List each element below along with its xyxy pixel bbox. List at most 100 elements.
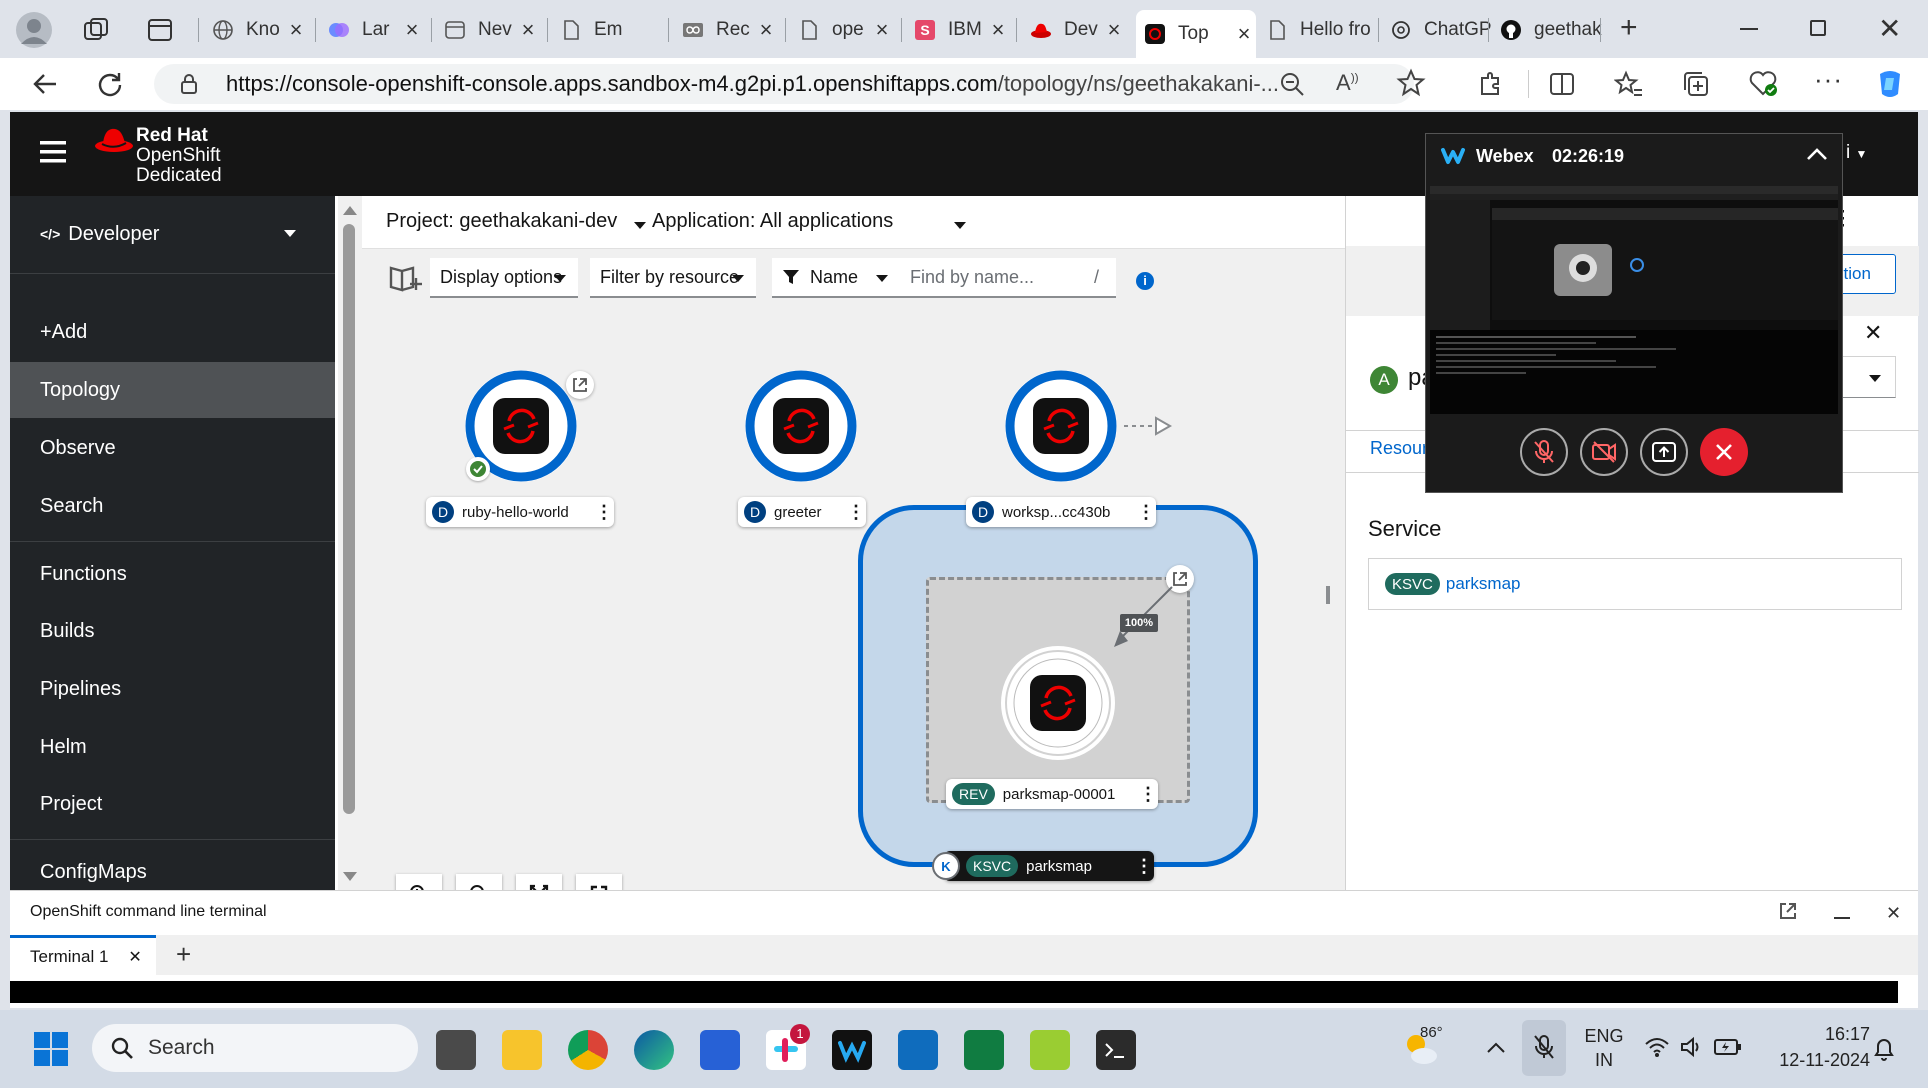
kebab-menu-icon[interactable]: ⋮	[1134, 851, 1154, 881]
revision-label[interactable]: REV parksmap-00001 ⋮	[946, 779, 1158, 809]
split-screen-icon[interactable]	[1548, 70, 1576, 98]
info-icon[interactable]: i	[1136, 272, 1154, 290]
user-menu[interactable]: i ▼	[1846, 142, 1867, 164]
build-success-icon[interactable]	[466, 457, 490, 481]
volume-icon[interactable]	[1680, 1036, 1704, 1058]
edge-icon[interactable]	[634, 1030, 674, 1070]
store-icon[interactable]	[700, 1030, 740, 1070]
restore-window-button[interactable]	[1810, 20, 1826, 36]
lock-icon[interactable]	[180, 73, 198, 95]
favorite-star-icon[interactable]	[1396, 68, 1426, 98]
redhat-logo-icon[interactable]	[94, 124, 134, 154]
profile-avatar[interactable]	[16, 12, 52, 48]
kebab-menu-icon[interactable]: ⋮	[846, 497, 866, 527]
close-tab-icon[interactable]: ×	[284, 17, 308, 43]
chrome-icon[interactable]	[568, 1030, 608, 1070]
workspaces-icon[interactable]	[82, 16, 110, 44]
browser-tab[interactable]: geethak	[1492, 10, 1602, 50]
close-window-button[interactable]: ✕	[1878, 12, 1901, 45]
find-by-name-input[interactable]: Find by name... /	[902, 258, 1116, 298]
browser-tab[interactable]: Kno ×	[204, 10, 308, 50]
taskbar-search-box[interactable]: Search	[92, 1024, 418, 1072]
read-aloud-icon[interactable]: A))	[1336, 70, 1359, 96]
url-field[interactable]: https://console-openshift-console.apps.s…	[154, 64, 1414, 104]
open-url-icon[interactable]	[566, 371, 594, 399]
chevron-up-icon[interactable]	[1486, 1040, 1506, 1054]
browser-tab[interactable]: Dev ×	[1022, 10, 1126, 50]
minimize-terminal-icon[interactable]	[1834, 917, 1850, 919]
browser-tab[interactable]: ope ×	[790, 10, 894, 50]
topology-node-workspace[interactable]	[1004, 369, 1118, 483]
browser-tab-active[interactable]: Top ×	[1136, 10, 1256, 58]
topology-canvas[interactable]: D ruby-hello-world ⋮ D greeter ⋮ D works…	[362, 319, 1345, 919]
sidebar-item-observe[interactable]: Observe	[10, 420, 335, 476]
topology-node-revision[interactable]	[1000, 645, 1116, 761]
scrollbar-thumb[interactable]	[343, 224, 355, 814]
sidebar-item-search[interactable]: Search	[10, 478, 335, 534]
browser-tab[interactable]: Em	[552, 10, 664, 50]
display-options-dropdown[interactable]: Display options	[430, 258, 578, 298]
browser-tab[interactable]: Lar ×	[320, 10, 424, 50]
file-explorer-icon[interactable]	[502, 1030, 542, 1070]
kebab-menu-icon[interactable]: ⋮	[1136, 497, 1156, 527]
back-icon[interactable]	[30, 70, 60, 98]
sidebar-item-project[interactable]: Project	[10, 776, 335, 832]
terminal-icon[interactable]	[1096, 1030, 1136, 1070]
task-view-icon[interactable]	[436, 1030, 476, 1070]
browser-tab[interactable]: S IBM ×	[906, 10, 1010, 50]
close-tab-icon[interactable]: ×	[754, 17, 778, 43]
perspective-switcher[interactable]: </> Developer	[10, 196, 335, 272]
battery-icon[interactable]	[1714, 1038, 1742, 1056]
region-label[interactable]: IN	[1582, 1050, 1626, 1071]
service-link[interactable]: parksmap	[1446, 574, 1521, 594]
language-label[interactable]: ENG	[1582, 1026, 1626, 1047]
close-panel-icon[interactable]: ✕	[1864, 320, 1882, 346]
new-tab-button[interactable]: +	[1620, 13, 1648, 43]
browser-tab[interactable]: Nev ×	[436, 10, 540, 50]
close-tab-icon[interactable]: ×	[1232, 21, 1256, 47]
minimize-window-button[interactable]	[1740, 28, 1758, 30]
topology-node-greeter[interactable]	[744, 369, 858, 483]
sidebar-scrollbar[interactable]	[338, 196, 362, 890]
close-tab-icon[interactable]: ×	[400, 17, 424, 43]
node-label[interactable]: D greeter ⋮	[738, 497, 866, 527]
tab-actions-icon[interactable]	[146, 16, 174, 44]
ksvc-label[interactable]: K KSVC parksmap ⋮	[932, 851, 1154, 881]
mute-button[interactable]	[1520, 428, 1568, 476]
terminal-tab-1[interactable]: Terminal 1 ✕	[10, 935, 156, 975]
close-tab-icon[interactable]: ×	[870, 17, 894, 43]
sidebar-item-topology[interactable]: Topology	[10, 362, 335, 418]
close-tab-icon[interactable]: ×	[1102, 17, 1126, 43]
panel-resize-handle[interactable]	[1326, 586, 1330, 604]
close-tab-icon[interactable]: ×	[986, 17, 1010, 43]
node-label[interactable]: D worksp...cc430b ⋮	[966, 497, 1156, 527]
kebab-menu-icon[interactable]: ⋮	[1138, 779, 1158, 809]
outlook-icon[interactable]	[898, 1030, 938, 1070]
zoom-out-icon[interactable]	[1278, 70, 1306, 98]
sidebar-item-pipelines[interactable]: Pipelines	[10, 661, 335, 717]
video-button[interactable]	[1580, 428, 1628, 476]
notification-bell-icon[interactable]	[1872, 1036, 1896, 1062]
sidebar-item-helm[interactable]: Helm	[10, 719, 335, 775]
wifi-icon[interactable]	[1644, 1036, 1670, 1058]
clock-time[interactable]: 16:17	[1760, 1024, 1870, 1045]
windows-start-icon[interactable]	[34, 1032, 68, 1066]
connector-arrow-icon[interactable]	[1122, 415, 1174, 437]
mic-muted-indicator[interactable]	[1522, 1020, 1566, 1076]
add-terminal-button[interactable]: +	[176, 939, 191, 970]
application-selector[interactable]: Application: All applications	[652, 210, 893, 233]
end-call-button[interactable]	[1700, 428, 1748, 476]
filter-by-resource-dropdown[interactable]: Filter by resource	[590, 258, 756, 298]
share-button[interactable]	[1640, 428, 1688, 476]
webex-icon[interactable]	[832, 1030, 872, 1070]
kebab-menu-icon[interactable]: ⋮	[594, 497, 614, 527]
quick-search-book-icon[interactable]	[388, 262, 422, 294]
refresh-icon[interactable]	[96, 70, 124, 98]
favorites-icon[interactable]	[1614, 70, 1644, 98]
close-terminal-icon[interactable]: ✕	[1886, 903, 1901, 924]
sidebar-item-add[interactable]: +Add	[10, 304, 335, 360]
sidebar-item-functions[interactable]: Functions	[10, 546, 335, 602]
settings-more-icon[interactable]: ···	[1814, 64, 1843, 95]
copilot-sidebar-icon[interactable]	[1872, 66, 1908, 102]
collections-icon[interactable]	[1682, 70, 1710, 98]
